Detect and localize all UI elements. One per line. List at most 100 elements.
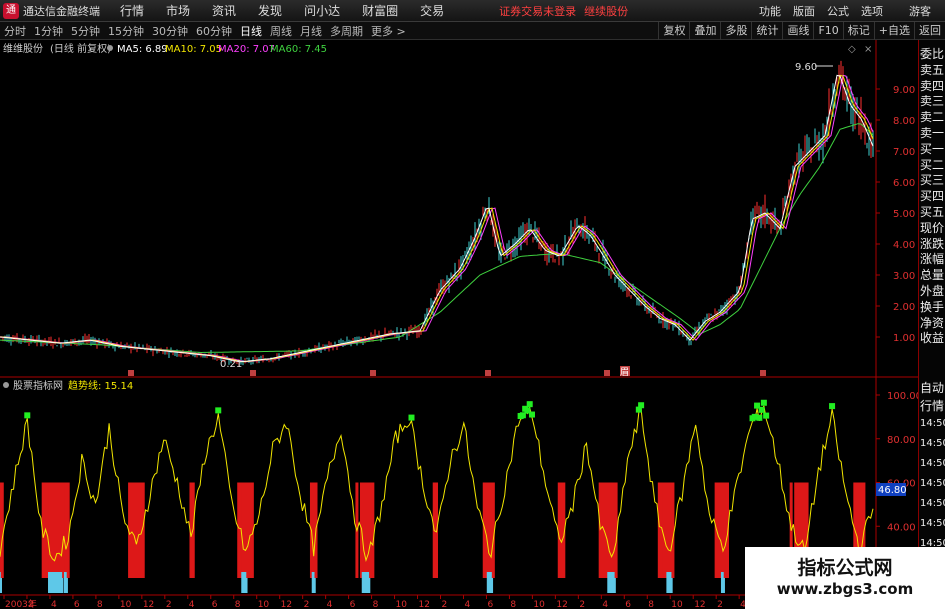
menu-market[interactable]: 市场 [155, 2, 201, 19]
mark-button[interactable]: 标记 [842, 22, 874, 40]
side-label: 换手 [920, 299, 945, 314]
indicator-tick-label: 40.00 [887, 522, 916, 533]
side-label: 14:50 [920, 518, 945, 529]
event-marker[interactable] [760, 370, 766, 376]
price-tick-label: 2.00 [893, 302, 915, 313]
event-marker[interactable] [370, 370, 376, 376]
ma5-label: MA5: 6.89 [117, 44, 168, 55]
period-weekly[interactable]: 周线 [266, 23, 296, 39]
time-tick-label: 12 [281, 600, 292, 609]
side-label: 买四 [920, 189, 945, 204]
time-tick-label: 4 [464, 600, 470, 609]
app-logo-icon: 通 [3, 2, 19, 19]
time-tick-label: 6 [487, 600, 493, 609]
price-tick-label: 6.00 [893, 178, 915, 189]
side-label[interactable]: 行情 [920, 398, 945, 414]
side-label: 14:50 [920, 458, 945, 469]
time-tick-label: 12 [419, 600, 430, 609]
menu-bar: 通 通达信金融终端 行情 市场 资讯 发现 问小达 财富圈 交易 证券交易未登录… [0, 0, 945, 22]
period-more[interactable]: 更多 > [367, 23, 410, 39]
add-watchlist-button[interactable]: +自选 [873, 22, 914, 40]
period-60min[interactable]: 60分钟 [192, 23, 236, 39]
time-tick-label: 2 [304, 600, 310, 609]
time-tick-label: 6 [212, 600, 218, 609]
menu-xiaoda[interactable]: 问小达 [293, 2, 351, 19]
ma10-label: MA10: 7.05 [165, 44, 222, 55]
side-label: 总量 [920, 268, 945, 283]
event-marker[interactable] [250, 370, 256, 376]
side-label: 外盘 [920, 284, 945, 298]
close-pane-icon[interactable]: × [864, 44, 872, 55]
red-signal-bar [371, 482, 375, 578]
event-marker[interactable] [128, 370, 134, 376]
broker-notice[interactable]: 继续股份 [580, 3, 632, 19]
menu-layout[interactable]: 版面 [787, 3, 821, 19]
side-label: 收益 [920, 331, 945, 346]
green-peak-mark [758, 406, 765, 413]
low-price-label: 0.21 [220, 359, 242, 370]
period-daily[interactable]: 日线 [236, 23, 266, 39]
side-label: 14:50 [920, 438, 945, 449]
side-label: 涨跌 [920, 236, 945, 251]
time-tick-label: 12 [694, 600, 705, 609]
price-tick-label: 5.00 [893, 209, 915, 220]
menu-wealth[interactable]: 财富圈 [351, 2, 409, 19]
kline-chart-area[interactable]: 维维股份 (日线 前复权) MA5: 6.89 MA10: 7.05 MA20:… [0, 40, 918, 609]
menu-options[interactable]: 选项 [855, 3, 889, 19]
green-peak-mark [760, 399, 767, 406]
time-tick-label: 2 [442, 600, 448, 609]
overlay-button[interactable]: 叠加 [689, 22, 720, 40]
price-tick-label: 1.00 [893, 333, 915, 344]
side-label[interactable]: 自动 [920, 380, 945, 396]
period-multi[interactable]: 多周期 [326, 23, 367, 39]
chart-mode: (日线 前复权) [50, 42, 111, 55]
menu-formula[interactable]: 公式 [821, 3, 855, 19]
menu-news[interactable]: 资讯 [201, 2, 247, 19]
price-tick-label: 7.00 [893, 147, 915, 158]
current-value-label: 46.80 [878, 485, 907, 496]
period-5min[interactable]: 5分钟 [67, 23, 104, 39]
time-tick-label: 4 [189, 600, 195, 609]
time-tick-label: 8 [510, 600, 516, 609]
event-marker-glyph: 眉 [620, 367, 629, 378]
watermark-url: www.zbgs3.com [776, 580, 914, 598]
draw-line-button[interactable]: 画线 [782, 22, 813, 40]
sub-settings-dot-icon[interactable] [3, 382, 9, 388]
time-tick-label: 8 [97, 600, 103, 609]
side-label: 卖一 [920, 126, 945, 140]
side-label: 卖四 [920, 78, 945, 93]
time-tick-label: 10 [396, 600, 408, 609]
price-tick-label: 9.00 [893, 85, 915, 96]
back-button[interactable]: 返回 [914, 22, 945, 40]
guest-account[interactable]: 游客 [903, 3, 937, 19]
menu-trade[interactable]: 交易 [409, 2, 455, 19]
time-tick-label: 10 [120, 600, 132, 609]
time-tick-label: 4 [51, 600, 57, 609]
menu-function[interactable]: 功能 [753, 3, 787, 19]
event-marker[interactable] [604, 370, 610, 376]
period-1min[interactable]: 1分钟 [30, 23, 67, 39]
period-30min[interactable]: 30分钟 [148, 23, 192, 39]
multi-stock-button[interactable]: 多股 [720, 22, 751, 40]
green-peak-mark [763, 412, 770, 419]
period-monthly[interactable]: 月线 [296, 23, 326, 39]
menu-quotes[interactable]: 行情 [109, 2, 155, 19]
menu-discover[interactable]: 发现 [247, 2, 293, 19]
high-price-label: 9.60 [795, 62, 817, 73]
f10-button[interactable]: F10 [813, 22, 842, 40]
indicator-name: 股票指标网 [13, 379, 63, 392]
price-tick-label: 3.00 [893, 271, 915, 282]
statistics-button[interactable]: 统计 [751, 22, 782, 40]
app-title: 通达信金融终端 [23, 4, 100, 18]
watermark-title: 指标公式网 [797, 557, 893, 579]
settings-dot-icon[interactable] [107, 45, 113, 51]
side-label: 14:50 [920, 478, 945, 489]
period-timeshare[interactable]: 分时 [0, 23, 30, 39]
diamond-icon[interactable]: ◇ [848, 44, 856, 55]
restore-rights-button[interactable]: 复权 [658, 22, 689, 40]
green-peak-mark [215, 407, 222, 414]
period-15min[interactable]: 15分钟 [104, 23, 148, 39]
time-tick-label: 12 [143, 600, 154, 609]
login-notice[interactable]: 证券交易未登录 [495, 3, 580, 19]
event-marker[interactable] [485, 370, 491, 376]
